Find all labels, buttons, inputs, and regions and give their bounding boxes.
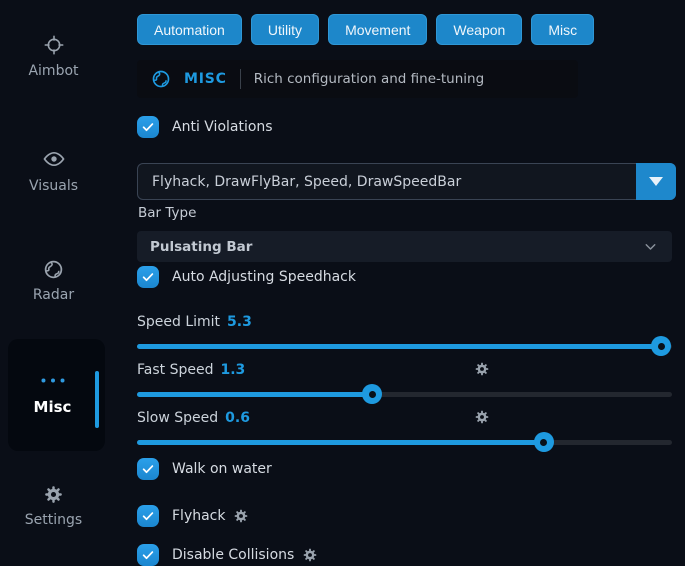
slider-handle[interactable] <box>362 384 382 404</box>
slider-fill <box>137 344 661 349</box>
slider-label: Fast Speed <box>137 362 213 378</box>
checkbox-label: Auto Adjusting Speedhack <box>172 269 356 285</box>
slider-handle[interactable] <box>534 432 554 452</box>
sidebar-item-label: Misc <box>8 398 97 416</box>
gear-icon[interactable] <box>474 361 490 377</box>
bar-type-dropdown[interactable]: Pulsating Bar <box>137 231 672 262</box>
cheat-menu-window: { "theme": { "accent": "#1e9ae0", "tab_b… <box>0 0 685 563</box>
bar-type-label: Bar Type <box>138 205 196 221</box>
check-icon <box>141 509 155 523</box>
active-indicator-bar <box>95 371 99 428</box>
checkbox-label-text: Flyhack <box>172 508 225 524</box>
auto-adjusting-speedhack-checkbox[interactable] <box>137 266 159 288</box>
gear-icon[interactable] <box>233 508 249 524</box>
anti-violations-checkbox[interactable] <box>137 116 159 138</box>
sidebar-item-misc-active[interactable]: Misc <box>8 339 105 451</box>
slider-fill <box>137 392 372 397</box>
tab-weapon[interactable]: Weapon <box>436 14 522 45</box>
slider-value: 5.3 <box>227 314 252 330</box>
fast-speed-slider-group: Fast Speed 1.3 <box>137 361 672 397</box>
slow-speed-slider[interactable] <box>137 440 672 445</box>
slow-speed-slider-group: Slow Speed 0.6 <box>137 409 672 445</box>
tab-utility[interactable]: Utility <box>251 14 319 45</box>
globe-icon <box>43 259 64 280</box>
eye-icon <box>42 147 66 171</box>
header-divider <box>240 69 241 89</box>
auto-adjusting-speedhack-row: Auto Adjusting Speedhack <box>137 266 356 288</box>
category-tabs: Automation Utility Movement Weapon Misc <box>137 14 594 45</box>
flyhack-checkbox[interactable] <box>137 505 159 527</box>
section-title: MISC <box>184 71 227 87</box>
bar-type-value: Pulsating Bar <box>150 239 252 255</box>
slider-label-row: Speed Limit 5.3 <box>137 313 672 331</box>
bar-multiselect-value: Flyhack, DrawFlyBar, Speed, DrawSpeedBar <box>138 174 461 190</box>
checkbox-label: Walk on water <box>172 461 272 477</box>
slider-value: 0.6 <box>225 410 250 426</box>
sidebar-item-aimbot[interactable]: Aimbot <box>0 34 107 79</box>
gear-icon[interactable] <box>474 409 490 425</box>
slider-fill <box>137 440 544 445</box>
check-icon <box>141 270 155 284</box>
speed-limit-slider[interactable] <box>137 344 672 349</box>
slider-label-row: Slow Speed 0.6 <box>137 409 672 427</box>
tab-automation[interactable]: Automation <box>137 14 242 45</box>
slider-label-row: Fast Speed 1.3 <box>137 361 672 379</box>
checkbox-label: Anti Violations <box>172 119 273 135</box>
slider-handle[interactable] <box>651 336 671 356</box>
triangle-down-icon <box>649 177 663 186</box>
sidebar-item-visuals[interactable]: Visuals <box>0 147 107 194</box>
tab-movement[interactable]: Movement <box>328 14 427 45</box>
crosshair-icon <box>43 34 65 56</box>
bar-multiselect-open-button[interactable] <box>636 163 676 200</box>
slider-label: Speed Limit <box>137 314 220 330</box>
anti-violations-row: Anti Violations <box>137 116 273 138</box>
walk-on-water-checkbox[interactable] <box>137 458 159 480</box>
check-icon <box>141 548 155 562</box>
section-header: MISC Rich configuration and fine-tuning <box>137 60 578 98</box>
gear-icon[interactable] <box>302 547 318 563</box>
bar-multiselect-field[interactable]: Flyhack, DrawFlyBar, Speed, DrawSpeedBar <box>137 163 676 200</box>
sidebar-item-settings[interactable]: Settings <box>0 484 107 528</box>
checkbox-label: Disable Collisions <box>172 547 318 563</box>
sidebar: Aimbot Visuals Radar Mi <box>0 0 118 563</box>
fast-speed-slider[interactable] <box>137 392 672 397</box>
check-icon <box>141 462 155 476</box>
globe-icon <box>151 69 171 89</box>
slider-value: 1.3 <box>220 362 245 378</box>
dots-icon <box>8 377 97 384</box>
check-icon <box>141 120 155 134</box>
sidebar-item-label: Visuals <box>29 178 78 194</box>
checkbox-label-text: Disable Collisions <box>172 547 294 563</box>
walk-on-water-row: Walk on water <box>137 458 272 480</box>
section-subtitle: Rich configuration and fine-tuning <box>254 71 484 87</box>
sidebar-item-label: Radar <box>33 287 74 303</box>
slider-label: Slow Speed <box>137 410 218 426</box>
tab-misc[interactable]: Misc <box>531 14 594 45</box>
sidebar-item-radar[interactable]: Radar <box>0 259 107 303</box>
main-content: Automation Utility Movement Weapon Misc … <box>137 0 677 563</box>
speed-limit-slider-group: Speed Limit 5.3 <box>137 313 672 349</box>
chevron-down-icon <box>642 238 659 255</box>
checkbox-label: Flyhack <box>172 508 249 524</box>
flyhack-row: Flyhack <box>137 505 249 527</box>
gear-icon <box>43 484 64 505</box>
sidebar-item-label: Settings <box>25 512 82 528</box>
sidebar-item-label: Aimbot <box>28 63 78 79</box>
